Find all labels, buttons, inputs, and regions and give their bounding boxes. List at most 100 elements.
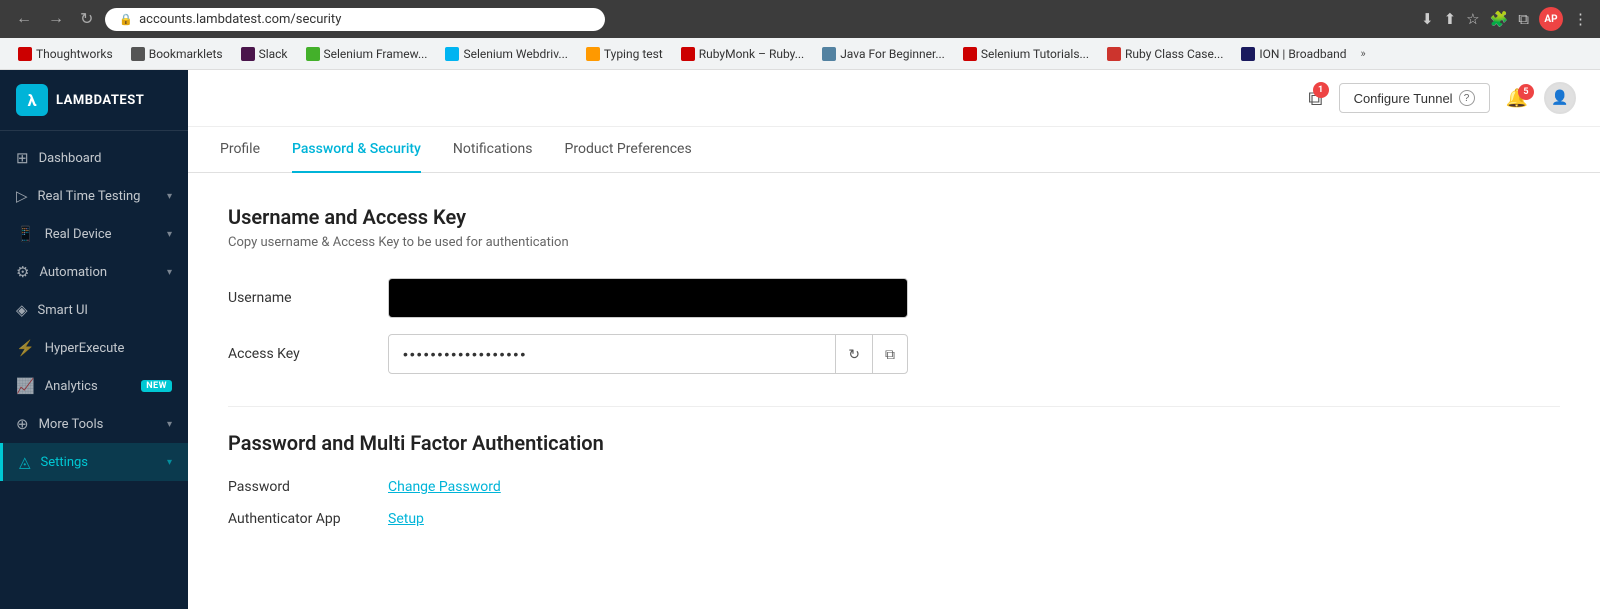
share-icon[interactable]: ⬆	[1444, 10, 1457, 28]
sidebar-item-hyperexecute[interactable]: ⚡ HyperExecute	[0, 329, 188, 367]
bookmarks-more-icon[interactable]: »	[1361, 47, 1366, 60]
bookmark-bookmarklets[interactable]: Bookmarklets	[123, 44, 231, 64]
page-content: Username and Access Key Copy username & …	[188, 173, 1600, 575]
sidebar-item-label-real-time-testing: Real Time Testing	[38, 189, 157, 204]
top-header: ⧉ 1 Configure Tunnel ? 🔔 5 👤	[188, 70, 1600, 127]
browser-chrome: ← → ↻ 🔒 accounts.lambdatest.com/security…	[0, 0, 1600, 38]
sidebar-item-real-device[interactable]: 📱 Real Device ▾	[0, 215, 188, 253]
sidebar-item-real-time-testing[interactable]: ▷ Real Time Testing ▾	[0, 177, 188, 215]
username-value-box	[388, 278, 908, 318]
tab-product-preferences[interactable]: Product Preferences	[565, 127, 692, 173]
sidebar-item-dashboard[interactable]: ⊞ Dashboard	[0, 139, 188, 177]
status-notif-wrapper: ⧉ 1	[1308, 86, 1322, 110]
status-badge: 1	[1313, 82, 1329, 98]
browser-actions: ⬇ ⬆ ☆ 🧩 ⧉ AP ⋮	[1421, 7, 1588, 31]
app-layout: λ LAMBDATEST ⊞ Dashboard ▷ Real Time Tes…	[0, 70, 1600, 609]
chevron-down-icon-3: ▾	[167, 267, 172, 278]
bookmark-label-selenium-fw: Selenium Framew...	[324, 47, 428, 61]
address-bar[interactable]: 🔒 accounts.lambdatest.com/security	[105, 8, 605, 31]
refresh-access-key-button[interactable]: ↻	[836, 334, 873, 374]
real-device-icon: 📱	[16, 225, 35, 243]
configure-tunnel-button[interactable]: Configure Tunnel ?	[1339, 83, 1490, 113]
user-avatar[interactable]: 👤	[1544, 82, 1576, 114]
access-key-field-row: Access Key ↻ ⧉	[228, 334, 1560, 374]
bookmark-selenium-fw[interactable]: Selenium Framew...	[298, 44, 436, 64]
settings-icon: ◬	[19, 453, 31, 471]
bookmark-star-icon[interactable]: ☆	[1466, 10, 1479, 28]
tabs-bar: Profile Password & Security Notification…	[188, 127, 1600, 173]
url-text: accounts.lambdatest.com/security	[139, 12, 341, 27]
avatar-icon: 👤	[1551, 90, 1568, 106]
bookmark-label-selenium-tut: Selenium Tutorials...	[981, 47, 1089, 61]
bookmark-typing[interactable]: Typing test	[578, 44, 671, 64]
sidebar: λ LAMBDATEST ⊞ Dashboard ▷ Real Time Tes…	[0, 70, 188, 609]
mfa-section: Password and Multi Factor Authentication…	[228, 431, 1560, 527]
tab-profile[interactable]: Profile	[220, 127, 260, 173]
sidebar-item-label-smart-ui: Smart UI	[38, 303, 172, 318]
username-access-section: Username and Access Key Copy username & …	[228, 205, 1560, 374]
username-access-subtitle: Copy username & Access Key to be used fo…	[228, 235, 1560, 250]
bookmark-ruby-class[interactable]: Ruby Class Case...	[1099, 44, 1231, 64]
logo-icon: λ	[16, 84, 48, 116]
sidebar-item-automation[interactable]: ⚙ Automation ▾	[0, 253, 188, 291]
analytics-new-badge: NEW	[141, 380, 172, 392]
menu-icon[interactable]: ⋮	[1573, 10, 1588, 28]
password-label: Password	[228, 479, 388, 495]
bookmark-icon-ion	[1241, 47, 1255, 61]
back-button[interactable]: ←	[12, 6, 36, 32]
username-field-row: Username	[228, 278, 1560, 318]
download-icon[interactable]: ⬇	[1421, 10, 1434, 28]
copy-icon: ⧉	[885, 346, 895, 363]
window-icon[interactable]: ⧉	[1518, 10, 1529, 28]
bookmark-ion[interactable]: ION | Broadband	[1233, 44, 1354, 64]
smart-ui-icon: ◈	[16, 301, 28, 319]
notification-badge: 5	[1518, 84, 1534, 100]
sidebar-item-label-hyperexecute: HyperExecute	[45, 341, 172, 356]
bookmark-java[interactable]: Java For Beginner...	[814, 44, 953, 64]
logo-text: LAMBDATEST	[56, 93, 144, 108]
bookmark-rubymonk[interactable]: RubyMonk – Ruby...	[673, 44, 812, 64]
bookmark-icon-ruby-class	[1107, 47, 1121, 61]
help-icon[interactable]: ?	[1459, 90, 1475, 106]
section-divider	[228, 406, 1560, 407]
bookmark-icon-typing	[586, 47, 600, 61]
tab-password-security-label: Password & Security	[292, 141, 421, 157]
chevron-down-icon-2: ▾	[167, 229, 172, 240]
tab-notifications[interactable]: Notifications	[453, 127, 533, 173]
automation-icon: ⚙	[16, 263, 29, 281]
sidebar-item-more-tools[interactable]: ⊕ More Tools ▾	[0, 405, 188, 443]
hyperexecute-icon: ⚡	[16, 339, 35, 357]
profile-circle[interactable]: AP	[1539, 7, 1563, 31]
forward-button[interactable]: →	[44, 6, 68, 32]
more-tools-icon: ⊕	[16, 415, 29, 433]
bookmark-thoughtworks[interactable]: Thoughtworks	[10, 44, 121, 64]
bookmark-selenium-wd[interactable]: Selenium Webdriv...	[437, 44, 575, 64]
access-key-label: Access Key	[228, 346, 388, 362]
sidebar-item-analytics[interactable]: 📈 Analytics NEW	[0, 367, 188, 405]
extensions-icon[interactable]: 🧩	[1490, 10, 1509, 28]
access-key-box: ↻ ⧉	[388, 334, 908, 374]
sidebar-logo: λ LAMBDATEST	[0, 70, 188, 131]
bookmark-label-ruby-class: Ruby Class Case...	[1125, 47, 1223, 61]
bookmark-selenium-tut[interactable]: Selenium Tutorials...	[955, 44, 1097, 64]
password-field-row: Password Change Password	[228, 479, 1560, 495]
sidebar-item-settings[interactable]: ◬ Settings ▾	[0, 443, 188, 481]
setup-authenticator-link[interactable]: Setup	[388, 511, 424, 527]
sidebar-item-label-automation: Automation	[39, 265, 157, 280]
username-label: Username	[228, 290, 388, 306]
tab-password-security[interactable]: Password & Security	[292, 127, 421, 173]
copy-access-key-button[interactable]: ⧉	[873, 334, 907, 374]
bookmark-label-java: Java For Beginner...	[840, 47, 945, 61]
tab-product-preferences-label: Product Preferences	[565, 141, 692, 157]
access-key-input[interactable]	[389, 336, 835, 372]
sidebar-item-label-more-tools: More Tools	[39, 417, 157, 432]
change-password-link[interactable]: Change Password	[388, 479, 501, 495]
bookmark-icon-slack	[241, 47, 255, 61]
tab-notifications-label: Notifications	[453, 141, 533, 157]
refresh-button[interactable]: ↻	[76, 5, 97, 33]
authenticator-field-row: Authenticator App Setup	[228, 511, 1560, 527]
sidebar-item-smart-ui[interactable]: ◈ Smart UI	[0, 291, 188, 329]
bookmark-slack[interactable]: Slack	[233, 44, 296, 64]
bookmark-icon-selenium-fw	[306, 47, 320, 61]
bookmark-label-slack: Slack	[259, 47, 288, 61]
